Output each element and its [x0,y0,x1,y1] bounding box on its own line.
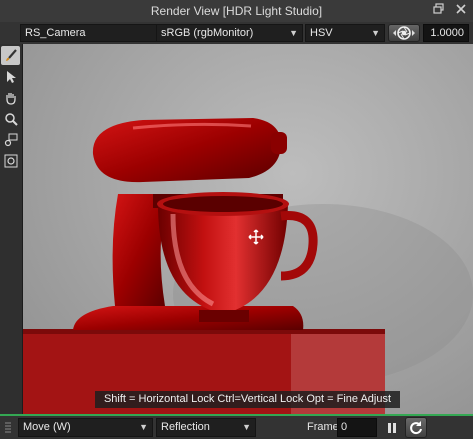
select-arrow-icon[interactable] [1,67,20,86]
paint-brush-icon[interactable] [1,46,20,65]
frame-label: Frame [307,421,339,433]
keyboard-hint-bar: Shift = Horizontal Lock Ctrl=Vertical Lo… [95,391,400,408]
pause-icon[interactable] [384,419,400,436]
light-mode-value: Reflection [161,421,210,433]
color-mode-value: HSV [310,27,333,39]
camera-dropdown-value: RS_Camera [25,27,86,39]
zoom-icon[interactable] [1,109,20,128]
mode-dropdown[interactable]: Move (W) ▼ [18,418,153,437]
tool-strip [0,44,23,414]
move-cursor-icon [248,229,264,245]
title-bar: Render View [HDR Light Studio] [0,0,473,23]
color-mode-dropdown[interactable]: HSV ▼ [305,24,385,42]
frame-field[interactable]: 0 [337,418,377,437]
light-mode-dropdown[interactable]: Reflection ▼ [156,418,256,437]
camera-dropdown[interactable]: RS_Camera ▼ [20,24,170,42]
color-space-value: sRGB (rgbMonitor) [161,27,254,39]
chevron-down-icon: ▼ [242,422,251,432]
chevron-down-icon: ▼ [289,28,298,38]
pan-hand-icon[interactable] [1,88,20,107]
exposure-value-field[interactable]: 1.0000 [423,24,469,42]
restore-window-icon[interactable] [432,3,446,17]
render-viewport[interactable] [23,44,473,414]
grip-handle-icon[interactable] [4,422,12,434]
bottom-toolbar: Move (W) ▼ Reflection ▼ Frame 0 [0,416,473,439]
window-title: Render View [HDR Light Studio] [150,4,323,18]
exposure-button[interactable] [388,24,420,42]
mode-dropdown-value: Move (W) [23,421,71,433]
chevron-down-icon: ▼ [371,28,380,38]
close-window-icon[interactable] [454,3,468,17]
chevron-down-icon: ▼ [139,422,148,432]
render-toolbar: RS_Camera ▼ sRGB (rgbMonitor) ▼ HSV ▼ 1.… [0,22,473,45]
color-space-dropdown[interactable]: sRGB (rgbMonitor) ▼ [156,24,303,42]
camera-aperture-icon [393,26,415,40]
zoom-region-icon[interactable] [1,130,20,149]
refresh-icon[interactable] [405,417,427,438]
fit-view-icon[interactable] [1,151,20,170]
